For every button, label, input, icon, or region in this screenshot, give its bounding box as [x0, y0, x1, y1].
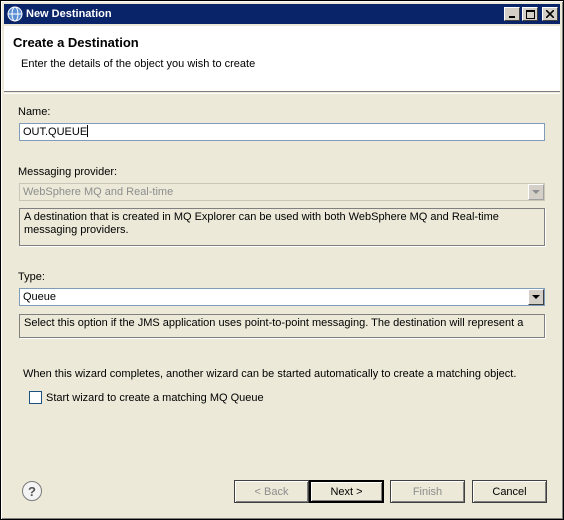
title-bar[interactable]: New Destination — [4, 4, 560, 24]
type-info: Select this option if the JMS applicatio… — [19, 314, 545, 338]
type-select[interactable]: Queue — [19, 288, 545, 306]
cancel-button[interactable]: Cancel — [472, 480, 547, 503]
wizard-note: When this wizard completes, another wiza… — [23, 368, 517, 380]
name-field-value: OUT.QUEUE — [23, 126, 88, 138]
matching-queue-checkbox[interactable] — [29, 391, 42, 404]
window-title: New Destination — [26, 8, 112, 20]
matching-queue-checkbox-label[interactable]: Start wizard to create a matching MQ Que… — [46, 392, 264, 404]
chevron-down-icon — [528, 184, 544, 200]
page-title: Create a Destination — [13, 35, 139, 50]
back-button[interactable]: < Back — [234, 480, 309, 503]
maximize-icon[interactable] — [522, 7, 538, 21]
text-caret — [87, 125, 89, 137]
next-button[interactable]: Next > — [309, 480, 384, 503]
finish-button[interactable]: Finish — [390, 480, 465, 503]
page-description: Enter the details of the object you wish… — [21, 58, 256, 70]
help-icon[interactable]: ? — [22, 481, 42, 501]
minimize-icon[interactable] — [504, 7, 520, 21]
name-label: Name: — [18, 106, 51, 118]
wizard-header: Create a Destination Enter the details o… — [4, 26, 560, 92]
globe-icon — [7, 6, 23, 22]
provider-select: WebSphere MQ and Real-time — [19, 183, 545, 201]
provider-info: A destination that is created in MQ Expl… — [19, 208, 545, 246]
type-select-value: Queue — [23, 291, 57, 303]
header-divider — [4, 93, 560, 94]
provider-label: Messaging provider: — [18, 166, 118, 178]
name-field[interactable]: OUT.QUEUE — [19, 123, 545, 141]
new-destination-dialog: New Destination Create a Destination Ent… — [0, 0, 564, 520]
close-icon[interactable] — [542, 7, 558, 21]
provider-select-value: WebSphere MQ and Real-time — [23, 186, 174, 198]
chevron-down-icon[interactable] — [528, 289, 544, 305]
type-label: Type: — [18, 271, 45, 283]
